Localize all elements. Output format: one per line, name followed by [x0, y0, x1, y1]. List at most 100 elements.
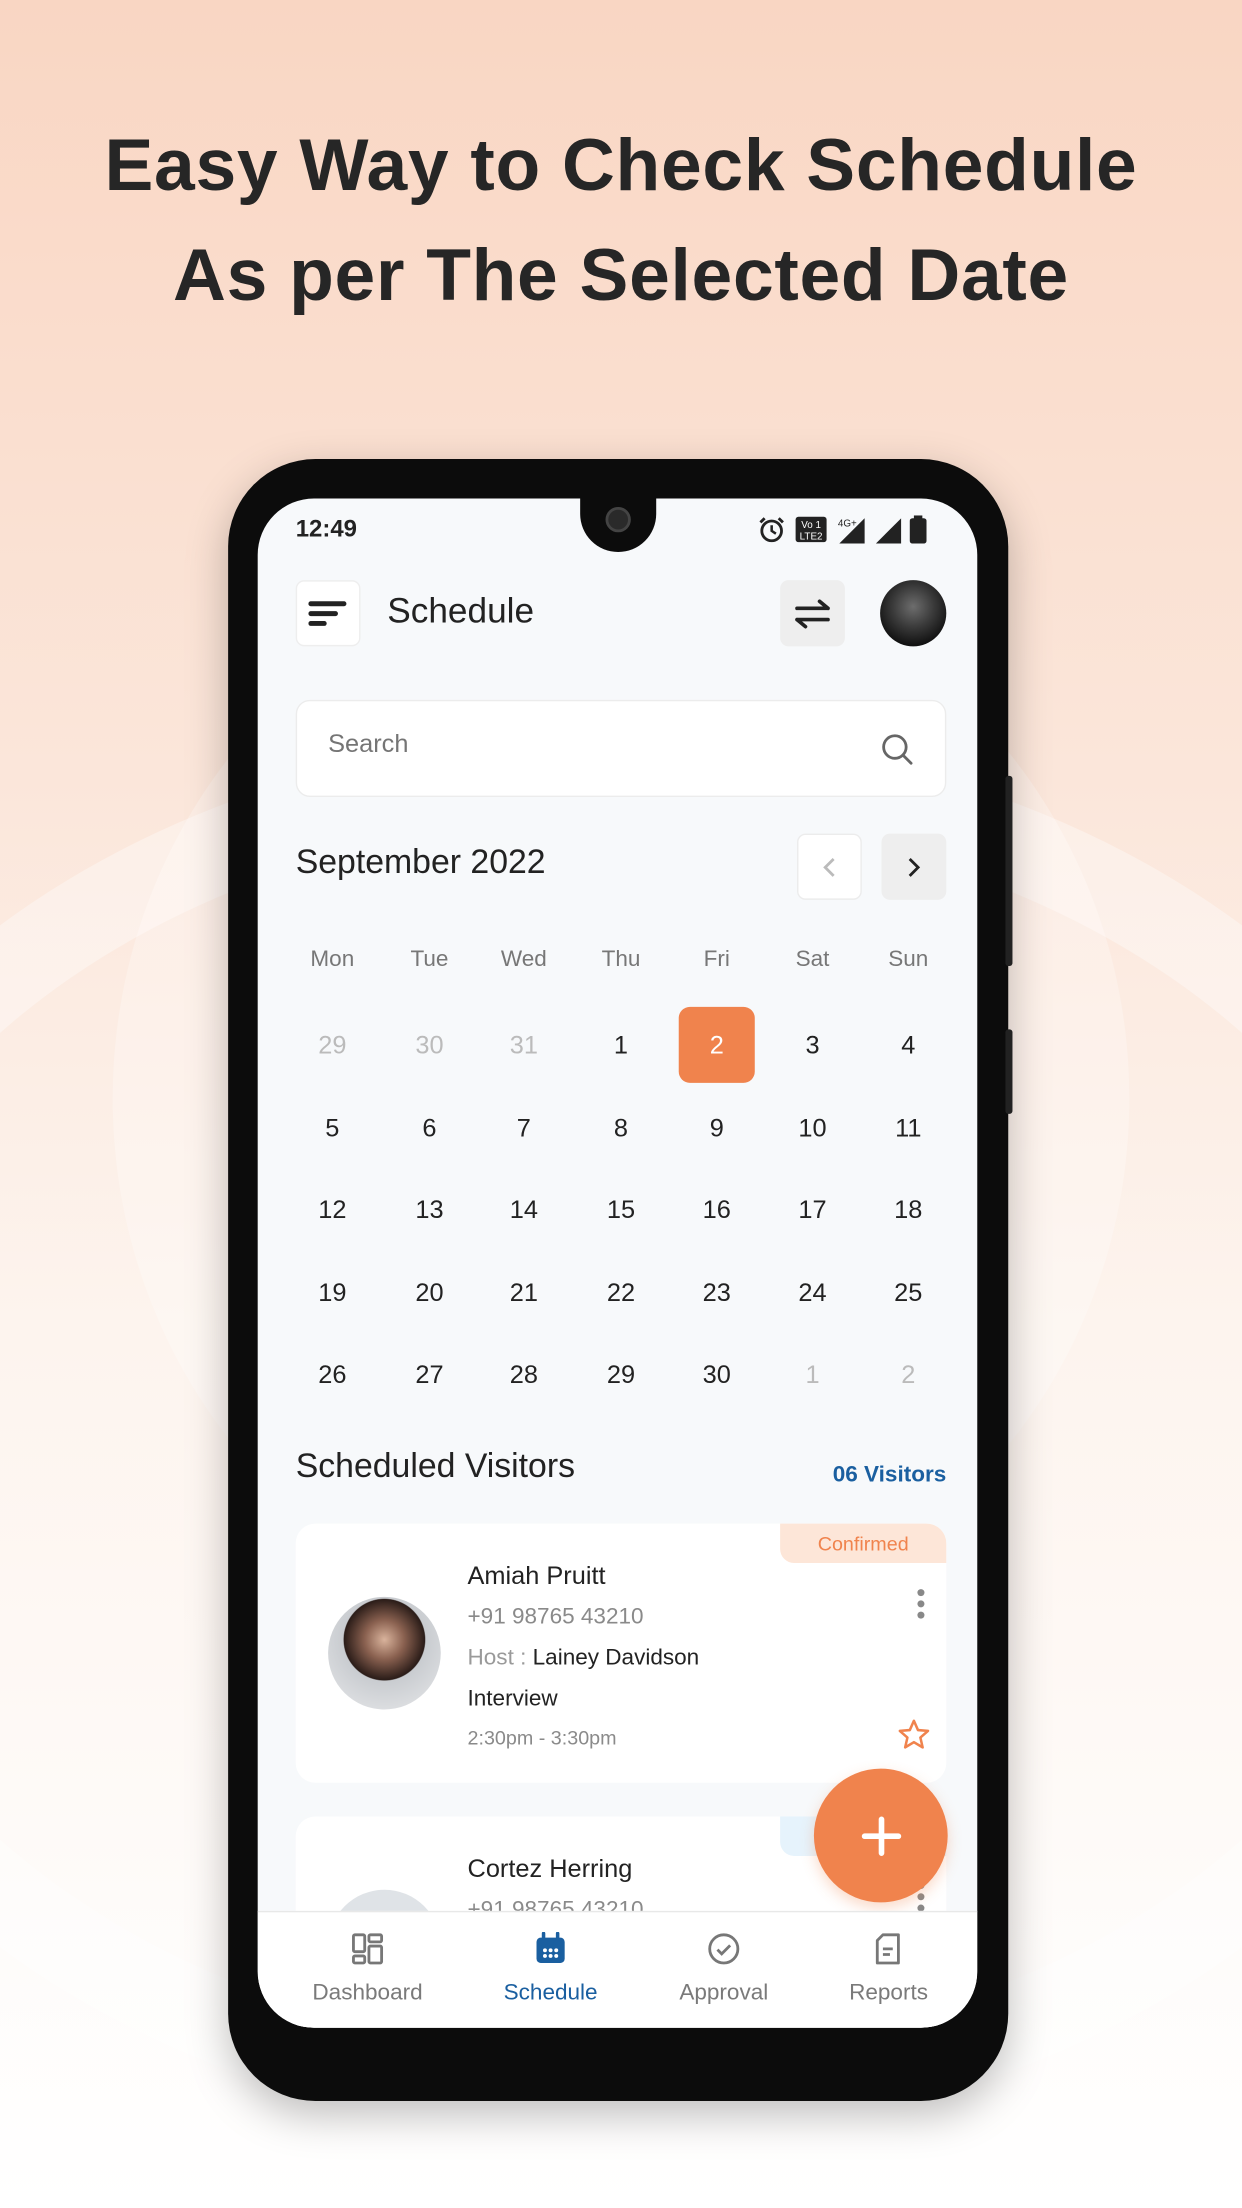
add-visitor-button[interactable] [813, 1768, 948, 1903]
calendar-day[interactable]: 17 [774, 1172, 850, 1248]
signal-icon [875, 518, 902, 544]
more-options-icon[interactable] [915, 1588, 926, 1619]
nav-label: Dashboard [312, 1981, 423, 2006]
calendar-icon [536, 1931, 565, 1963]
calendar-day[interactable]: 18 [870, 1172, 946, 1248]
host-label: Host : [467, 1646, 527, 1671]
calendar-day[interactable]: 7 [486, 1090, 562, 1166]
report-icon [875, 1933, 900, 1965]
calendar-day[interactable]: 22 [583, 1255, 659, 1331]
svg-text:LTE2: LTE2 [800, 531, 823, 542]
headline-line-1: Easy Way to Check Schedule [104, 125, 1138, 207]
prev-month-button[interactable] [797, 833, 862, 900]
calendar-day[interactable]: 31 [486, 1007, 562, 1083]
signal-4g-icon: 4G+ [838, 518, 865, 544]
nav-label: Schedule [503, 1981, 598, 2006]
alarm-icon [759, 517, 784, 543]
promo-stage: Easy Way to Check Schedule As per The Se… [0, 0, 1242, 2208]
calendar-day[interactable]: 25 [870, 1255, 946, 1331]
volume-button [1005, 775, 1013, 966]
visitor-avatar [328, 1596, 441, 1710]
calendar-day[interactable]: 12 [294, 1172, 370, 1248]
visitor-name: Cortez Herring [467, 1854, 633, 1883]
calendar-day[interactable]: 15 [583, 1172, 659, 1248]
nav-reports[interactable]: Reports [811, 1932, 966, 2007]
calendar-day[interactable]: 2 [870, 1336, 946, 1412]
volte-icon: Vo 1LTE2 [795, 516, 827, 542]
visitors-title: Scheduled Visitors [295, 1447, 576, 1486]
calendar-day[interactable]: 29 [294, 1007, 370, 1083]
user-avatar[interactable] [880, 580, 947, 647]
menu-button[interactable] [295, 580, 361, 647]
dashboard-icon [352, 1933, 384, 1965]
star-icon[interactable] [897, 1718, 931, 1752]
bottom-nav: Dashboard Schedule Approval Reports [257, 1910, 978, 2028]
calendar-day[interactable]: 23 [679, 1255, 755, 1331]
swap-button[interactable] [780, 580, 845, 647]
camera-notch [580, 498, 657, 552]
calendar-day[interactable]: 10 [774, 1090, 850, 1166]
calendar-day[interactable]: 26 [294, 1336, 370, 1412]
month-label: September 2022 [295, 843, 546, 882]
calendar-day[interactable]: 20 [391, 1255, 467, 1331]
host-name: Lainey Davidson [532, 1646, 700, 1671]
calendar-day[interactable]: 9 [679, 1090, 755, 1166]
calendar-day[interactable]: 6 [391, 1090, 467, 1166]
nav-approval[interactable]: Approval [646, 1932, 801, 2007]
calendar-day[interactable]: 29 [583, 1336, 659, 1412]
plus-icon [861, 1815, 901, 1856]
weekday-header: Wed [500, 947, 547, 972]
chevron-right-icon [908, 857, 921, 877]
power-button [1005, 1029, 1013, 1114]
visitors-count-link[interactable]: 06 Visitors [833, 1463, 947, 1488]
nav-schedule[interactable]: Schedule [473, 1931, 628, 2007]
calendar-day[interactable]: 16 [679, 1172, 755, 1248]
weekday-header: Tue [410, 947, 449, 972]
calendar-day[interactable]: 5 [294, 1090, 370, 1166]
calendar-day[interactable]: 30 [679, 1336, 755, 1412]
weekday-header: Sat [795, 947, 830, 972]
calendar-day[interactable]: 11 [870, 1090, 946, 1166]
search-input[interactable] [328, 729, 836, 759]
svg-text:4G+: 4G+ [838, 519, 857, 530]
status-badge: Confirmed [780, 1523, 947, 1564]
visitor-purpose: Interview [467, 1686, 558, 1711]
visitor-time: 2:30pm - 3:30pm [467, 1726, 617, 1749]
weekday-header: Fri [703, 947, 730, 972]
calendar-day[interactable]: 28 [486, 1336, 562, 1412]
calendar-day[interactable]: 8 [583, 1090, 659, 1166]
calendar-day[interactable]: 1 [583, 1007, 659, 1083]
nav-dashboard[interactable]: Dashboard [290, 1932, 445, 2007]
next-month-button[interactable] [881, 833, 947, 900]
calendar-day[interactable]: 3 [774, 1007, 850, 1083]
calendar-day[interactable]: 30 [391, 1007, 467, 1083]
nav-label: Reports [849, 1981, 928, 2006]
calendar-day[interactable]: 27 [391, 1336, 467, 1412]
page-title: Schedule [387, 591, 535, 631]
check-circle-icon [708, 1933, 740, 1965]
weekday-header: Mon [310, 947, 355, 972]
weekday-header: Sun [888, 947, 929, 972]
calendar-day[interactable]: 4 [870, 1007, 946, 1083]
chevron-left-icon [823, 857, 835, 877]
calendar-day[interactable]: 1 [774, 1336, 850, 1412]
search-field[interactable] [295, 699, 947, 798]
visitor-name: Amiah Pruitt [467, 1561, 606, 1590]
nav-label: Approval [679, 1981, 769, 2006]
calendar-day[interactable]: 14 [486, 1172, 562, 1248]
visitor-host: Host : Lainey Davidson [468, 1646, 700, 1671]
calendar-day[interactable]: 19 [294, 1255, 370, 1331]
phone-screen: 12:49 Vo 1LTE2 4G+ Schedule September 20… [257, 498, 978, 2028]
headline-line-2: As per The Selected Date [173, 235, 1069, 317]
search-icon[interactable] [880, 732, 914, 766]
visitor-card[interactable]: Confirmed Amiah Pruitt +91 98765 43210 H… [295, 1523, 947, 1783]
menu-icon [308, 600, 347, 626]
calendar-day[interactable]: 13 [391, 1172, 467, 1248]
swap-icon [795, 598, 830, 628]
status-time: 12:49 [295, 515, 357, 543]
calendar-day[interactable]: 24 [774, 1255, 850, 1331]
battery-icon [909, 515, 927, 544]
visitor-phone: +91 98765 43210 [467, 1605, 644, 1630]
calendar-day-selected[interactable]: 2 [678, 1006, 755, 1083]
calendar-day[interactable]: 21 [486, 1255, 562, 1331]
